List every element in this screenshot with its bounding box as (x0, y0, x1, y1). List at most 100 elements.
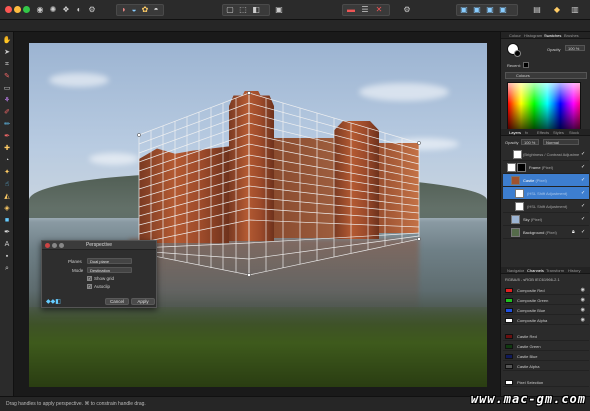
palette-select[interactable]: Colours (505, 72, 587, 79)
persona-liquify-icon[interactable]: ✺ (48, 5, 58, 15)
tab-stock[interactable]: Stock (569, 130, 579, 135)
show-grid-checkbox[interactable]: ✓ (87, 276, 92, 281)
channel-row[interactable]: Castle Alpha (503, 362, 589, 371)
panel-toggle-icon[interactable]: ▥ (570, 5, 580, 15)
tab-layers[interactable]: Layers (509, 130, 521, 135)
channel-row[interactable]: Castle Green (503, 342, 589, 351)
canvas-area[interactable] (14, 32, 500, 396)
tab-colour[interactable]: Colour (509, 33, 521, 38)
planes-select[interactable]: Dual plane (87, 258, 132, 264)
tab-histogram[interactable]: Histogram (524, 33, 542, 38)
gradient-icon[interactable]: ◭ (2, 192, 12, 202)
assistant-icon[interactable]: ⚙ (402, 5, 412, 15)
dialog-close-button[interactable] (45, 243, 50, 248)
visibility-check-icon[interactable]: ✓ (581, 178, 586, 183)
select-deselect-icon[interactable]: ⬚ (238, 5, 248, 15)
persona-export-icon[interactable]: ⚙ (87, 5, 97, 15)
hand-icon[interactable]: ✋ (2, 36, 12, 46)
channel-row[interactable]: Composite Blue ◉ (503, 306, 589, 315)
selection-brush-icon[interactable]: ✎ (2, 72, 12, 82)
clone-icon[interactable]: ✒ (2, 132, 12, 142)
dialog-zoom-button[interactable] (59, 243, 64, 248)
tab-history[interactable]: History (568, 268, 580, 273)
tab-swatches[interactable]: Swatches (544, 33, 561, 38)
tab-brushes[interactable]: Brushes (564, 33, 579, 38)
zoom-icon[interactable]: ⌕ (2, 264, 12, 274)
blur-icon[interactable]: ✦ (2, 168, 12, 178)
smudge-icon[interactable]: ☝ (2, 180, 12, 190)
auto-levels-icon[interactable]: ◑ (118, 5, 128, 15)
dialog-title-bar[interactable]: Perspective (42, 241, 156, 250)
fill-icon[interactable]: ◈ (2, 204, 12, 214)
tab-styles[interactable]: Styles (553, 130, 564, 135)
persona-photo-icon[interactable]: ◉ (35, 5, 45, 15)
opacity-field[interactable]: 100 % (565, 45, 585, 51)
eye-icon[interactable]: ◉ (581, 316, 585, 325)
select-invert-icon[interactable]: ◧ (251, 5, 261, 15)
visibility-check-icon[interactable]: ✓ (581, 152, 586, 157)
move-icon[interactable]: ➤ (2, 48, 12, 58)
channel-row[interactable]: Composite Red ◉ (503, 286, 589, 295)
minimize-window-button[interactable] (14, 6, 21, 13)
eye-icon[interactable]: ◉ (581, 286, 585, 295)
channel-row[interactable]: Pixel Selection (503, 378, 589, 387)
layer-row[interactable]: Background (Pixel) 🔒︎ ✓ (503, 226, 589, 239)
healing-icon[interactable]: ✚ (2, 144, 12, 154)
view-mode-2-icon[interactable]: ▣ (472, 5, 482, 15)
tab-navigator[interactable]: Navigator (507, 268, 524, 273)
arrange-icon[interactable]: ▬ (346, 5, 356, 15)
auto-contrast-icon[interactable]: ◒ (129, 5, 139, 15)
shape-icon[interactable]: A (2, 240, 12, 250)
layers-opacity-field[interactable]: 100 % (521, 139, 539, 145)
channel-row[interactable]: Composite Green ◉ (503, 296, 589, 305)
tab-transform[interactable]: Transform (546, 268, 564, 273)
text-icon[interactable]: ✒ (2, 228, 12, 238)
close-window-button[interactable] (5, 6, 12, 13)
mode-select[interactable]: Destination (87, 267, 132, 273)
layer-row[interactable]: (HSL Shift Adjustment) ✓ (503, 200, 589, 213)
layer-row[interactable]: Sky (Pixel) ✓ (503, 213, 589, 226)
visibility-check-icon[interactable]: ✓ (581, 217, 586, 222)
view-mode-1-icon[interactable]: ▣ (459, 5, 469, 15)
layer-row-selected[interactable]: (HSL Shift Adjustment) ✓ (503, 187, 589, 200)
color-swatch-icon[interactable]: ▪ (2, 252, 12, 262)
channel-row[interactable]: Castle Red (503, 332, 589, 341)
pen-icon[interactable]: ■ (2, 216, 12, 226)
tab-effects[interactable]: Effects (537, 130, 549, 135)
dialog-minimize-button[interactable] (52, 243, 57, 248)
flood-select-icon[interactable]: ⚘ (2, 96, 12, 106)
persona-tone-map-icon[interactable]: ◐ (74, 5, 84, 15)
paint-brush-icon[interactable]: ✐ (2, 108, 12, 118)
channel-row[interactable]: Castle Blue (503, 352, 589, 361)
cancel-button[interactable]: Cancel (105, 298, 129, 305)
help-icon[interactable]: ◆ (552, 5, 562, 15)
apply-button[interactable]: Apply (131, 298, 155, 305)
quick-mask-icon[interactable]: ▣ (274, 5, 284, 15)
crop-icon[interactable]: ⌗ (2, 60, 12, 70)
color-swatch-grid[interactable] (507, 82, 581, 130)
select-rect-icon[interactable]: ▢ (225, 5, 235, 15)
layer-row[interactable]: (Brightness / Contrast Adjustme ✓ (503, 148, 589, 161)
zoom-window-button[interactable] (23, 6, 30, 13)
snapping-icon[interactable]: ✕ (374, 5, 384, 15)
castle-photo[interactable] (29, 43, 487, 387)
marquee-icon[interactable]: ▭ (2, 84, 12, 94)
auto-colors-icon[interactable]: ✿ (140, 5, 150, 15)
layer-row-selected[interactable]: Castle (Pixel) ✓ (503, 174, 589, 187)
blend-mode-select[interactable]: Normal (543, 139, 579, 145)
secondary-color-well[interactable] (514, 50, 521, 57)
auto-white-balance-icon[interactable]: ◓ (151, 5, 161, 15)
studio-icon[interactable]: ▤ (532, 5, 542, 15)
lock-icon[interactable]: 🔒︎ (572, 230, 577, 235)
tab-channels[interactable]: Channels (527, 268, 544, 273)
recent-swatch[interactable] (523, 62, 529, 68)
layer-row[interactable]: Frame (Pixel) ✓ (503, 161, 589, 174)
dodge-icon[interactable]: ◔ (2, 156, 12, 166)
visibility-check-icon[interactable]: ✓ (581, 165, 586, 170)
erase-icon[interactable]: ✏ (2, 120, 12, 130)
channel-row[interactable]: Composite Alpha ◉ (503, 316, 589, 325)
view-mode-3-icon[interactable]: ▣ (485, 5, 495, 15)
persona-develop-icon[interactable]: ❖ (61, 5, 71, 15)
eye-icon[interactable]: ◉ (581, 306, 585, 315)
tab-fx[interactable]: fx (525, 130, 528, 135)
